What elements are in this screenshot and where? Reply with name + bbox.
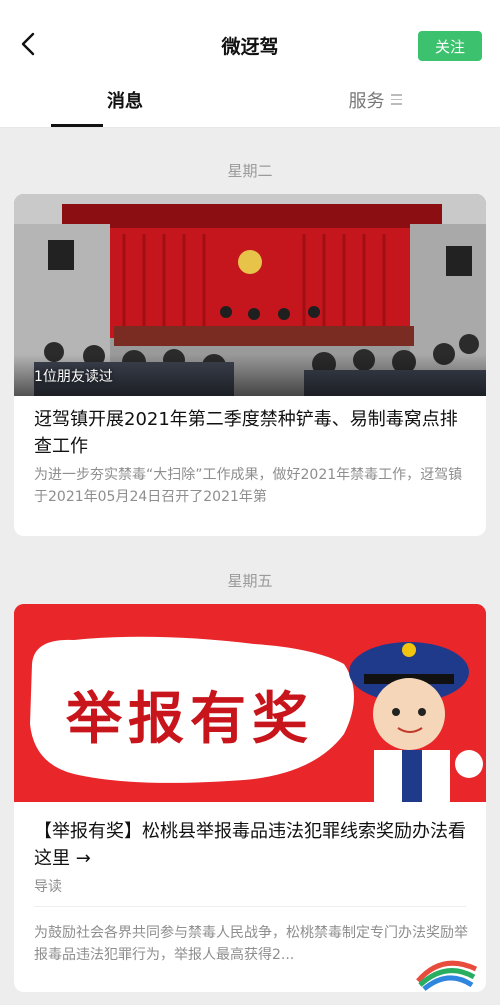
friends-read-tag: 1位朋友读过 — [34, 369, 113, 385]
tab-messages-label: 消息 — [107, 90, 143, 112]
tab-services-label: 服务 — [348, 90, 385, 112]
tab-services[interactable]: 服务 — [250, 72, 500, 127]
article-title[interactable]: 迓驾镇开展2021年第二季度禁种铲毒、易制毒窝点排查工作 — [34, 406, 474, 460]
article-summary: 为鼓励社会各界共同参与禁毒人民战争，松桃禁毒制定专门办法奖励举报毒品违法犯罪行为… — [34, 925, 468, 963]
account-title: 微迓驾 — [221, 35, 279, 58]
active-tab-indicator — [51, 124, 103, 127]
article-photo: 1位朋友读过 — [14, 194, 486, 396]
watermark-icon — [412, 951, 482, 995]
article-summary: 为进一步夯实禁毒“大扫除”工作成果，做好2021年禁毒工作，迓驾镇于2021年0… — [34, 467, 463, 505]
follow-button[interactable]: 关注 — [418, 31, 482, 61]
tab-bar: 消息 服务 — [0, 72, 500, 128]
date-label: 星期二 — [227, 162, 273, 180]
divider — [34, 906, 466, 907]
banner-headline: 举报有奖 — [66, 687, 314, 752]
guide-label: 导读 — [34, 879, 62, 895]
top-bar: 微迓驾 关注 — [0, 0, 500, 72]
back-icon[interactable] — [14, 30, 42, 58]
article-banner: 举报有奖 — [14, 604, 486, 802]
article-title[interactable]: 【举报有奖】松桃县举报毒品违法犯罪线索奖励办法看这里 → — [34, 818, 474, 872]
article-card[interactable]: 1位朋友读过 迓驾镇开展2021年第二季度禁种铲毒、易制毒窝点排查工作 为进一步… — [14, 194, 486, 536]
menu-icon — [390, 94, 402, 105]
tab-messages[interactable]: 消息 — [0, 72, 250, 127]
article-card[interactable]: 举报有奖 【举报有奖】松桃县举报毒品违法犯罪线索奖励办法看这里 → 导读 为鼓励… — [14, 604, 486, 992]
date-label: 星期五 — [227, 572, 273, 590]
